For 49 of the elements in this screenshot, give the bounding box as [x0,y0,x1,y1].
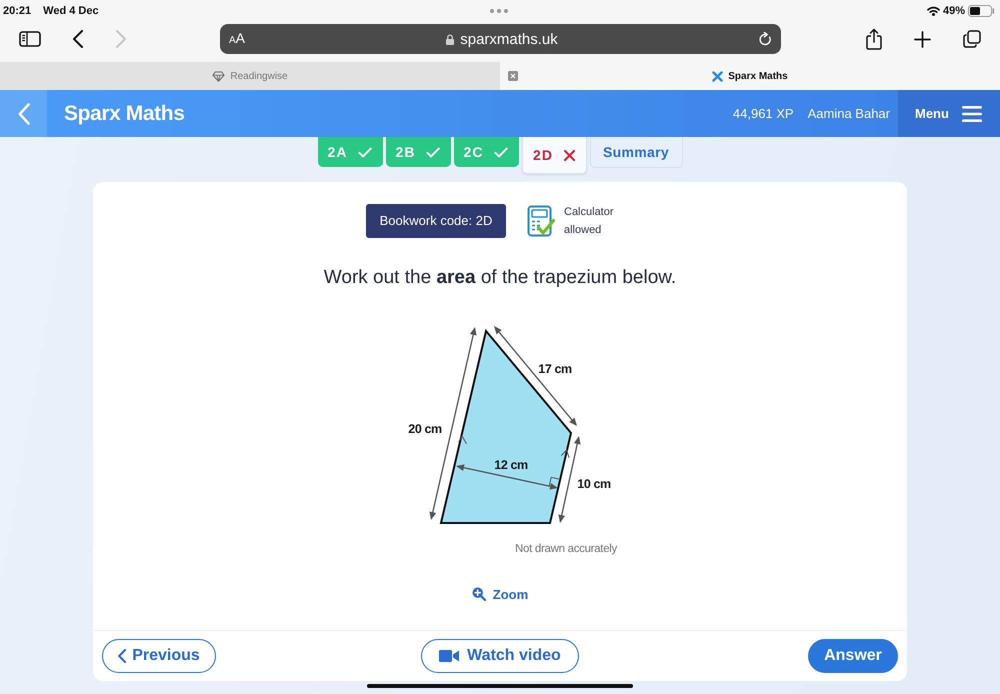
diagram-note: Not drawn accurately [514,543,618,555]
battery-percentage: 49% [942,5,965,17]
watch-video-button[interactable]: Watch video [421,639,579,673]
length-label: 12 cm [494,458,528,472]
check-icon [494,146,508,158]
chevron-left-icon [18,102,30,124]
lock-icon [446,34,454,44]
back-icon[interactable] [73,30,83,48]
length-label: 10 cm [577,477,611,491]
length-label: 20 cm [408,422,442,436]
task-tab[interactable]: 2D [522,137,586,174]
browser-tab[interactable]: Readingwise [0,62,500,90]
menu-button[interactable]: Menu [898,90,1000,137]
length-label: 17 cm [538,362,572,376]
battery-icon [968,5,995,17]
wifi-icon [926,6,940,16]
app-title: Sparx Maths [64,102,184,126]
status-date: Wed 4 Dec [43,5,99,17]
calculator-check-icon [527,205,555,237]
status-time: 20:21 [3,5,32,17]
answer-button[interactable]: Answer [808,639,898,673]
menu-icon [962,106,982,122]
bookwork-code-label: Bookwork code: 2D [366,204,506,238]
cross-logo-icon [712,70,724,82]
chevron-left-icon [118,649,126,663]
sidebar-icon[interactable] [19,31,41,47]
user-name: Aamina Bahar [808,106,890,121]
reload-icon[interactable] [759,32,772,46]
zoom-button[interactable]: Zoom [470,584,530,604]
calculator-status-text: Calculator allowed [564,205,615,238]
xp-count: 44,961 XP [732,106,794,121]
url-text: sparxmaths.uk [460,30,558,48]
check-icon [426,146,440,158]
previous-button[interactable]: Previous [102,639,216,673]
cross-icon [564,150,575,160]
gem-icon [212,70,226,82]
text-size-button[interactable]: AA [229,30,246,48]
share-icon[interactable] [866,28,882,50]
zoom-in-icon [472,587,486,601]
task-tab[interactable]: Summary [590,137,682,168]
address-bar[interactable]: AA sparxmaths.uk [220,24,781,54]
question-text: Work out the area of the trapezium below. [324,266,676,290]
close-icon[interactable] [508,71,518,81]
plus-icon[interactable] [914,30,931,48]
browser-tab[interactable]: Sparx Maths [500,62,1000,90]
check-icon [358,146,372,158]
tabs-icon[interactable] [963,30,981,48]
more-dots-icon[interactable] [490,9,508,13]
video-camera-icon [439,649,460,663]
